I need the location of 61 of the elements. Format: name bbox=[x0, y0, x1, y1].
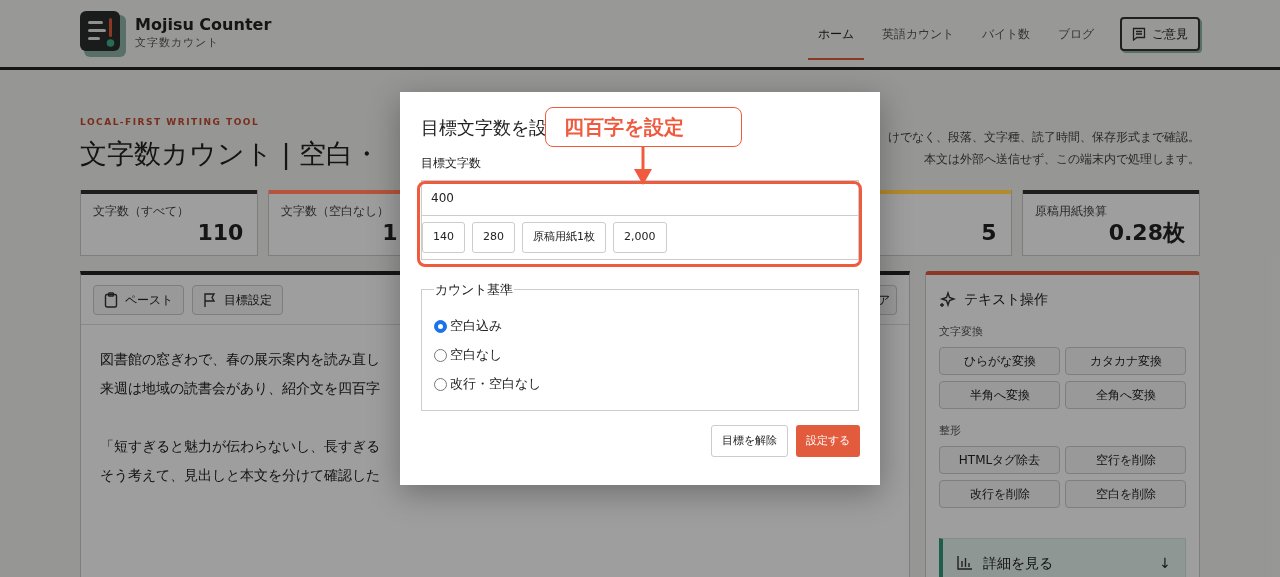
site-title: Mojisu Counter bbox=[135, 15, 272, 36]
nav-link[interactable]: ブログ bbox=[1048, 9, 1104, 60]
description-line: けでなく、段落、文字種、読了時間、保存形式まで確認。 bbox=[888, 129, 1200, 146]
group-heading: 文字変換 bbox=[939, 325, 983, 338]
stat-value: 110 bbox=[197, 219, 244, 247]
action-button[interactable]: 空行を削除 bbox=[1065, 446, 1186, 474]
flag-icon bbox=[203, 291, 217, 308]
preset-button[interactable]: 280 bbox=[472, 222, 515, 253]
text-line: 「短すぎると魅力が伝わらないし、長すぎる bbox=[100, 437, 380, 456]
nav-link[interactable]: ホーム bbox=[808, 9, 864, 60]
preset-button[interactable]: 2,000 bbox=[613, 222, 667, 253]
site-subtitle: 文字数カウント bbox=[135, 35, 220, 52]
clipboard-icon bbox=[104, 291, 118, 308]
action-button[interactable]: 全角へ変換 bbox=[1065, 381, 1186, 409]
nav-link[interactable]: バイト数 bbox=[972, 9, 1040, 60]
radio-button[interactable] bbox=[434, 319, 447, 333]
action-button[interactable]: 改行を削除 bbox=[939, 480, 1060, 508]
logo-icon bbox=[80, 10, 126, 57]
action-button[interactable]: 空白を削除 bbox=[1065, 480, 1186, 508]
clear-button[interactable]: 目標を解除 bbox=[711, 425, 788, 457]
radio-label: 空白なし bbox=[450, 346, 502, 365]
details-button[interactable]: 詳細を見る ↓ bbox=[939, 538, 1186, 577]
description-line: 本文は外部へ送信せず、この端末内で処理します。 bbox=[924, 151, 1200, 168]
stat-label: 原稿用紙換算 bbox=[1034, 203, 1107, 220]
stat-value: 0.28枚 bbox=[1108, 219, 1185, 247]
toolbar-button[interactable]: 目標設定 bbox=[192, 284, 283, 315]
dialog-title: 目標文字数を設 bbox=[421, 116, 547, 140]
toolbar-button[interactable]: ペースト bbox=[93, 284, 184, 315]
action-button[interactable]: カタカナ変換 bbox=[1065, 347, 1186, 375]
action-button[interactable]: ひらがな変換 bbox=[939, 347, 1060, 375]
radio-label: 空白込み bbox=[450, 317, 502, 336]
target-input[interactable]: 400 bbox=[421, 180, 859, 216]
bar-chart-icon bbox=[957, 556, 973, 570]
eyebrow-label: LOCAL-FIRST WRITING TOOL bbox=[80, 116, 261, 129]
stat-value: 5 bbox=[981, 219, 997, 247]
panel-title: テキスト操作 bbox=[964, 290, 1048, 309]
arrow-down-icon: ↓ bbox=[1159, 552, 1171, 574]
radio-button[interactable] bbox=[434, 348, 447, 362]
preset-button[interactable]: 140 bbox=[422, 222, 465, 253]
stat-value: 1 bbox=[382, 219, 398, 247]
callout-arrow bbox=[632, 147, 654, 187]
feedback-button[interactable]: ご意見 bbox=[1120, 16, 1200, 51]
field-label: 目標文字数 bbox=[421, 155, 481, 172]
radio-button[interactable] bbox=[434, 377, 447, 391]
text-line: 来週は地域の読書会があり、紹介文を四百字 bbox=[100, 379, 380, 398]
callout-label: 四百字を設定 bbox=[545, 107, 742, 147]
stat-label: 文字数（すべて） bbox=[93, 203, 189, 220]
group-heading: 整形 bbox=[939, 424, 961, 437]
message-icon bbox=[1132, 26, 1146, 41]
nav-link[interactable]: 英語カウント bbox=[872, 9, 964, 60]
text-line: 図書館の窓ぎわで、春の展示案内を読み直し bbox=[100, 350, 380, 369]
action-button[interactable]: 半角へ変換 bbox=[939, 381, 1060, 409]
radio-label: 改行・空白なし bbox=[450, 375, 541, 394]
page-title: 文字数カウント | 空白・ bbox=[80, 136, 381, 172]
sparkle-icon bbox=[939, 291, 956, 308]
action-button[interactable]: HTMLタグ除去 bbox=[939, 446, 1060, 474]
preset-button[interactable]: 原稿用紙1枚 bbox=[522, 222, 606, 253]
text-line: そう考えて、見出しと本文を分けて確認した bbox=[100, 466, 380, 485]
stat-label: 文字数（空白なし） bbox=[281, 203, 390, 220]
confirm-button[interactable]: 設定する bbox=[796, 425, 860, 457]
group-legend: カウント基準 bbox=[434, 280, 514, 300]
